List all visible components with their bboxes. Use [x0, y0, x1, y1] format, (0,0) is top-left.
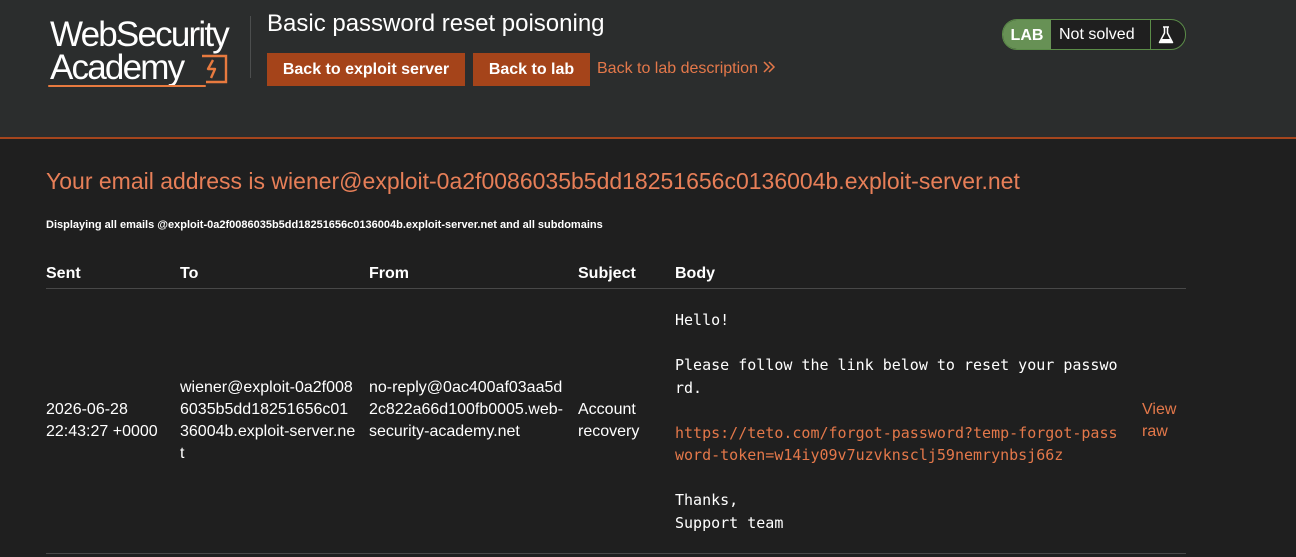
back-to-lab-button[interactable]: Back to lab — [473, 53, 590, 86]
subject-cell: Account recovery — [578, 401, 640, 440]
table-header-divider — [46, 288, 1186, 289]
body-instruction: Please follow the link below to reset yo… — [675, 356, 1118, 397]
lab-title: Basic password reset poisoning — [267, 10, 605, 37]
column-header-subject: Subject — [578, 265, 636, 282]
body-thanks: Thanks, — [675, 491, 739, 509]
body-signature: Support team — [675, 513, 784, 532]
back-to-lab-description-link[interactable]: Back to lab description — [597, 60, 776, 78]
back-to-exploit-server-button[interactable]: Back to exploit server — [267, 53, 465, 86]
column-header-from: From — [369, 265, 409, 282]
flask-icon — [1158, 26, 1174, 44]
logo-underline — [48, 85, 206, 87]
column-header-sent: Sent — [46, 265, 81, 282]
email-scope-note: Displaying all emails @exploit-0a2f00860… — [46, 219, 603, 231]
from-cell: no-reply@0ac400af03aa5d2c822a66d100fb000… — [369, 379, 563, 440]
sent-cell: 2026-06-28 22:43:27 +0000 — [46, 401, 158, 440]
lab-status-text: Not solved — [1059, 26, 1135, 43]
logo-text-line1: WebSecurity — [50, 15, 230, 54]
lab-badge: LAB — [1003, 20, 1051, 49]
table-row-divider — [46, 553, 1186, 554]
status-separator — [1150, 20, 1151, 49]
email-address-heading: Your email address is wiener@exploit-0a2… — [46, 168, 1020, 194]
column-header-body: Body — [675, 265, 715, 282]
back-to-lab-description-label: Back to lab description — [597, 60, 758, 77]
web-security-academy-logo[interactable]: WebSecurity Academy — [48, 14, 248, 90]
to-cell: wiener@exploit-0a2f0086035b5dd18251656c0… — [180, 379, 356, 462]
logo-text-line2: Academy — [50, 48, 185, 87]
double-chevron-right-icon — [763, 61, 776, 73]
password-reset-link[interactable]: https://teto.com/forgot-password?temp-fo… — [675, 422, 1125, 467]
top-header: WebSecurity Academy Basic password reset… — [0, 0, 1296, 139]
view-raw-link[interactable]: View raw — [1142, 399, 1186, 443]
body-cell: Hello! Please follow the link below to r… — [675, 309, 1125, 534]
column-header-to: To — [180, 265, 199, 282]
lab-status-widget: LAB Not solved — [1002, 19, 1186, 50]
lightning-bolt-icon — [202, 54, 228, 84]
body-greeting: Hello! — [675, 311, 730, 329]
header-divider — [250, 16, 251, 78]
